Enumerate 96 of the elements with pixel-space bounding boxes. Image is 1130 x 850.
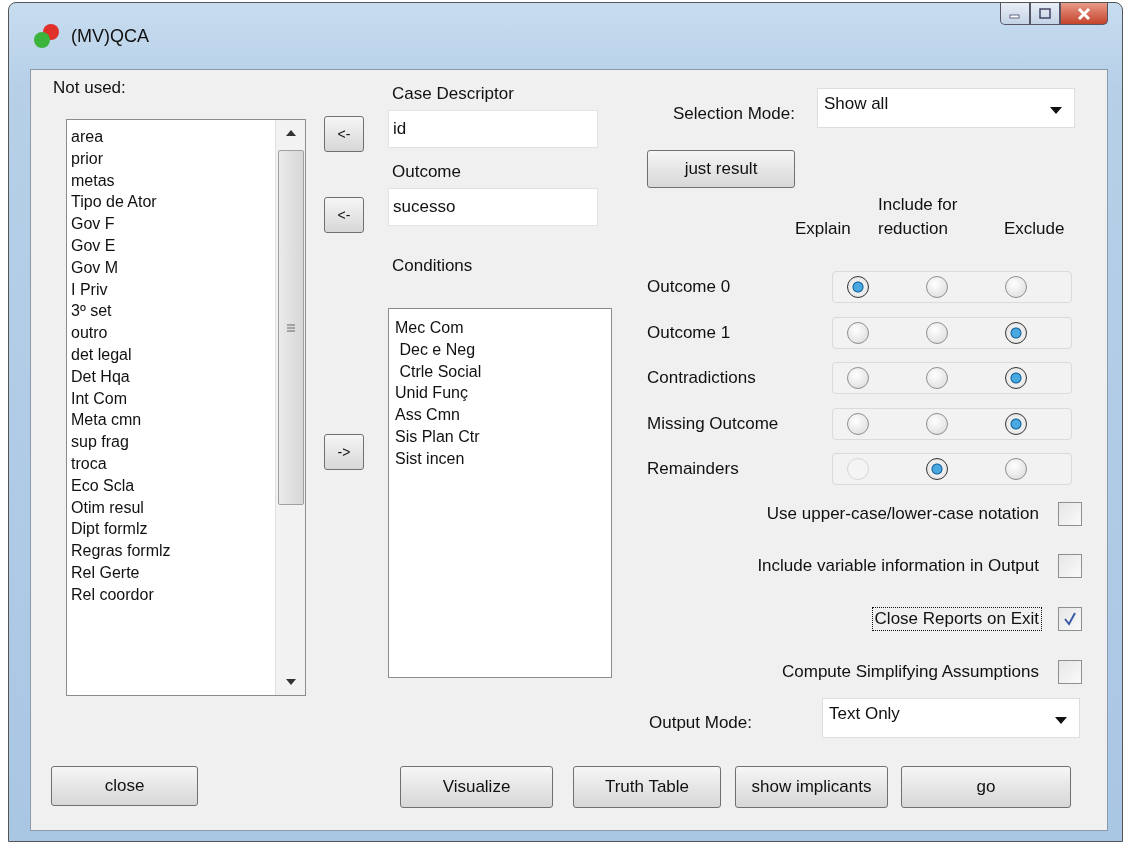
row-label: Outcome 1: [647, 322, 732, 343]
list-item[interactable]: Int Com: [71, 387, 275, 410]
scroll-up-icon[interactable]: [285, 130, 296, 136]
list-item[interactable]: Gov M: [71, 256, 275, 279]
radio-button[interactable]: [1005, 367, 1027, 390]
dropdown-caret-icon: [1055, 717, 1067, 724]
list-item[interactable]: Det Hqa: [71, 365, 275, 388]
list-item[interactable]: Unid Funç: [395, 382, 611, 405]
checkbox[interactable]: [1058, 554, 1082, 579]
checkbox-label[interactable]: Close Reports on Exit: [871, 607, 1042, 632]
list-item[interactable]: I Priv: [71, 278, 275, 301]
list-item[interactable]: metas: [71, 169, 275, 192]
action-button[interactable]: Truth Table: [573, 766, 721, 808]
list-item[interactable]: Otim resul: [71, 496, 275, 519]
radio-button[interactable]: [847, 321, 869, 344]
column-header: Include for reduction: [878, 193, 959, 240]
radio-button[interactable]: [847, 276, 869, 299]
just-result-button[interactable]: just result: [647, 150, 795, 189]
list-item[interactable]: outro: [71, 322, 275, 344]
radio-button[interactable]: [1005, 321, 1027, 344]
minimize-button[interactable]: [1000, 3, 1030, 25]
outcome-label: Outcome: [392, 162, 462, 182]
list-item[interactable]: Dec e Neg: [395, 338, 611, 361]
list-item[interactable]: sup frag: [71, 431, 275, 453]
list-item[interactable]: Tipo de Ator: [71, 191, 275, 214]
list-item[interactable]: 3º set: [71, 300, 275, 323]
checkbox-label[interactable]: Use upper-case/lower-case notation: [763, 501, 1042, 526]
list-item[interactable]: Ctrle Social: [395, 360, 611, 383]
list-item[interactable]: Meta cmn: [71, 409, 275, 432]
checkbox[interactable]: [1058, 501, 1082, 526]
close-icon: [1076, 6, 1092, 21]
radio-button[interactable]: [926, 367, 948, 390]
list-item[interactable]: det legal: [71, 343, 275, 366]
move-button[interactable]: <-: [324, 116, 364, 152]
radio-button[interactable]: [926, 321, 948, 344]
move-button[interactable]: ->: [324, 434, 364, 470]
row-label: Outcome 0: [647, 277, 732, 298]
action-button[interactable]: go: [901, 766, 1071, 808]
list-item[interactable]: area: [71, 126, 275, 148]
close-dialog-button[interactable]: close: [51, 766, 198, 806]
scroll-down-icon[interactable]: [285, 679, 296, 685]
selection-mode-dropdown[interactable]: Show all: [816, 88, 1075, 128]
case-descriptor-label: Case Descriptor: [392, 84, 515, 104]
list-item[interactable]: Ass Cmn: [395, 404, 611, 426]
column-header: Explain: [795, 217, 852, 240]
checkbox[interactable]: [1058, 607, 1082, 632]
close-button[interactable]: [1060, 3, 1108, 25]
radio-button[interactable]: [1005, 412, 1027, 435]
radio-button[interactable]: [847, 412, 869, 435]
row-label: Contradictions: [647, 368, 757, 389]
list-item[interactable]: Mec Com: [395, 317, 611, 339]
action-button[interactable]: Visualize: [400, 766, 553, 808]
radio-button[interactable]: [926, 276, 948, 299]
row-label: Remainders: [647, 458, 740, 479]
radio-button[interactable]: [847, 367, 869, 390]
list-item[interactable]: Dipt formlz: [71, 518, 275, 541]
output-mode-dropdown[interactable]: Text Only: [822, 698, 1080, 738]
dropdown-value: Text Only: [829, 704, 900, 724]
dropdown-value: Show all: [823, 94, 889, 114]
list-item[interactable]: Rel coordor: [71, 583, 275, 606]
outcome-field[interactable]: sucesso: [388, 188, 598, 226]
scrollbar[interactable]: [275, 120, 305, 695]
radio-button[interactable]: [1005, 457, 1027, 480]
window-title: (MV)QCA: [71, 25, 149, 47]
list-item[interactable]: prior: [71, 147, 275, 170]
checkbox-label[interactable]: Compute Simplifying Assumptions: [779, 659, 1042, 684]
list-item[interactable]: Sis Plan Ctr: [395, 426, 611, 448]
radio-button[interactable]: [926, 412, 948, 435]
not-used-list[interactable]: area prior metas Tipo de Ator Gov F Gov E Gov M I Priv 3º set outro det legal Det Hqa Int Com Meta cmn sup frag troca Eco Scla Otim resul Dipt formlz Regras formlz Rel Gerte Rel coordor: [66, 119, 306, 696]
move-button[interactable]: <-: [324, 197, 364, 233]
radio-button[interactable]: [926, 457, 948, 480]
output-mode-label: Output Mode:: [649, 713, 752, 733]
list-item[interactable]: Regras formlz: [71, 540, 275, 562]
list-item[interactable]: Eco Scla: [71, 474, 275, 497]
conditions-label: Conditions: [392, 256, 474, 276]
list-item[interactable]: Gov F: [71, 213, 275, 235]
dropdown-caret-icon: [1049, 107, 1062, 114]
checkmark-icon: [1063, 612, 1077, 627]
scroll-thumb[interactable]: [277, 150, 304, 505]
maximize-button[interactable]: [1030, 3, 1060, 25]
list-item[interactable]: Rel Gerte: [71, 561, 275, 584]
list-item[interactable]: Gov E: [71, 235, 275, 257]
list-item[interactable]: troca: [71, 452, 275, 475]
maximize-icon: [1038, 7, 1052, 20]
row-label: Missing Outcome: [647, 413, 780, 434]
case-descriptor-field[interactable]: id: [388, 110, 598, 148]
app-icon: [33, 23, 61, 49]
list-item[interactable]: Sist incen: [395, 447, 611, 470]
radio-button[interactable]: [1005, 276, 1027, 299]
checkbox[interactable]: [1058, 659, 1082, 684]
column-header: Exclude: [1004, 217, 1065, 240]
selection-mode-label: Selection Mode:: [673, 104, 795, 124]
not-used-label: Not used:: [53, 78, 127, 98]
conditions-list[interactable]: Mec Com Dec e Neg Ctrle Social Unid Funç Ass Cmn Sis Plan Ctr Sist incen: [388, 308, 612, 678]
action-button[interactable]: show implicants: [735, 766, 888, 808]
checkbox-label[interactable]: Include variable information in Output: [754, 554, 1042, 579]
